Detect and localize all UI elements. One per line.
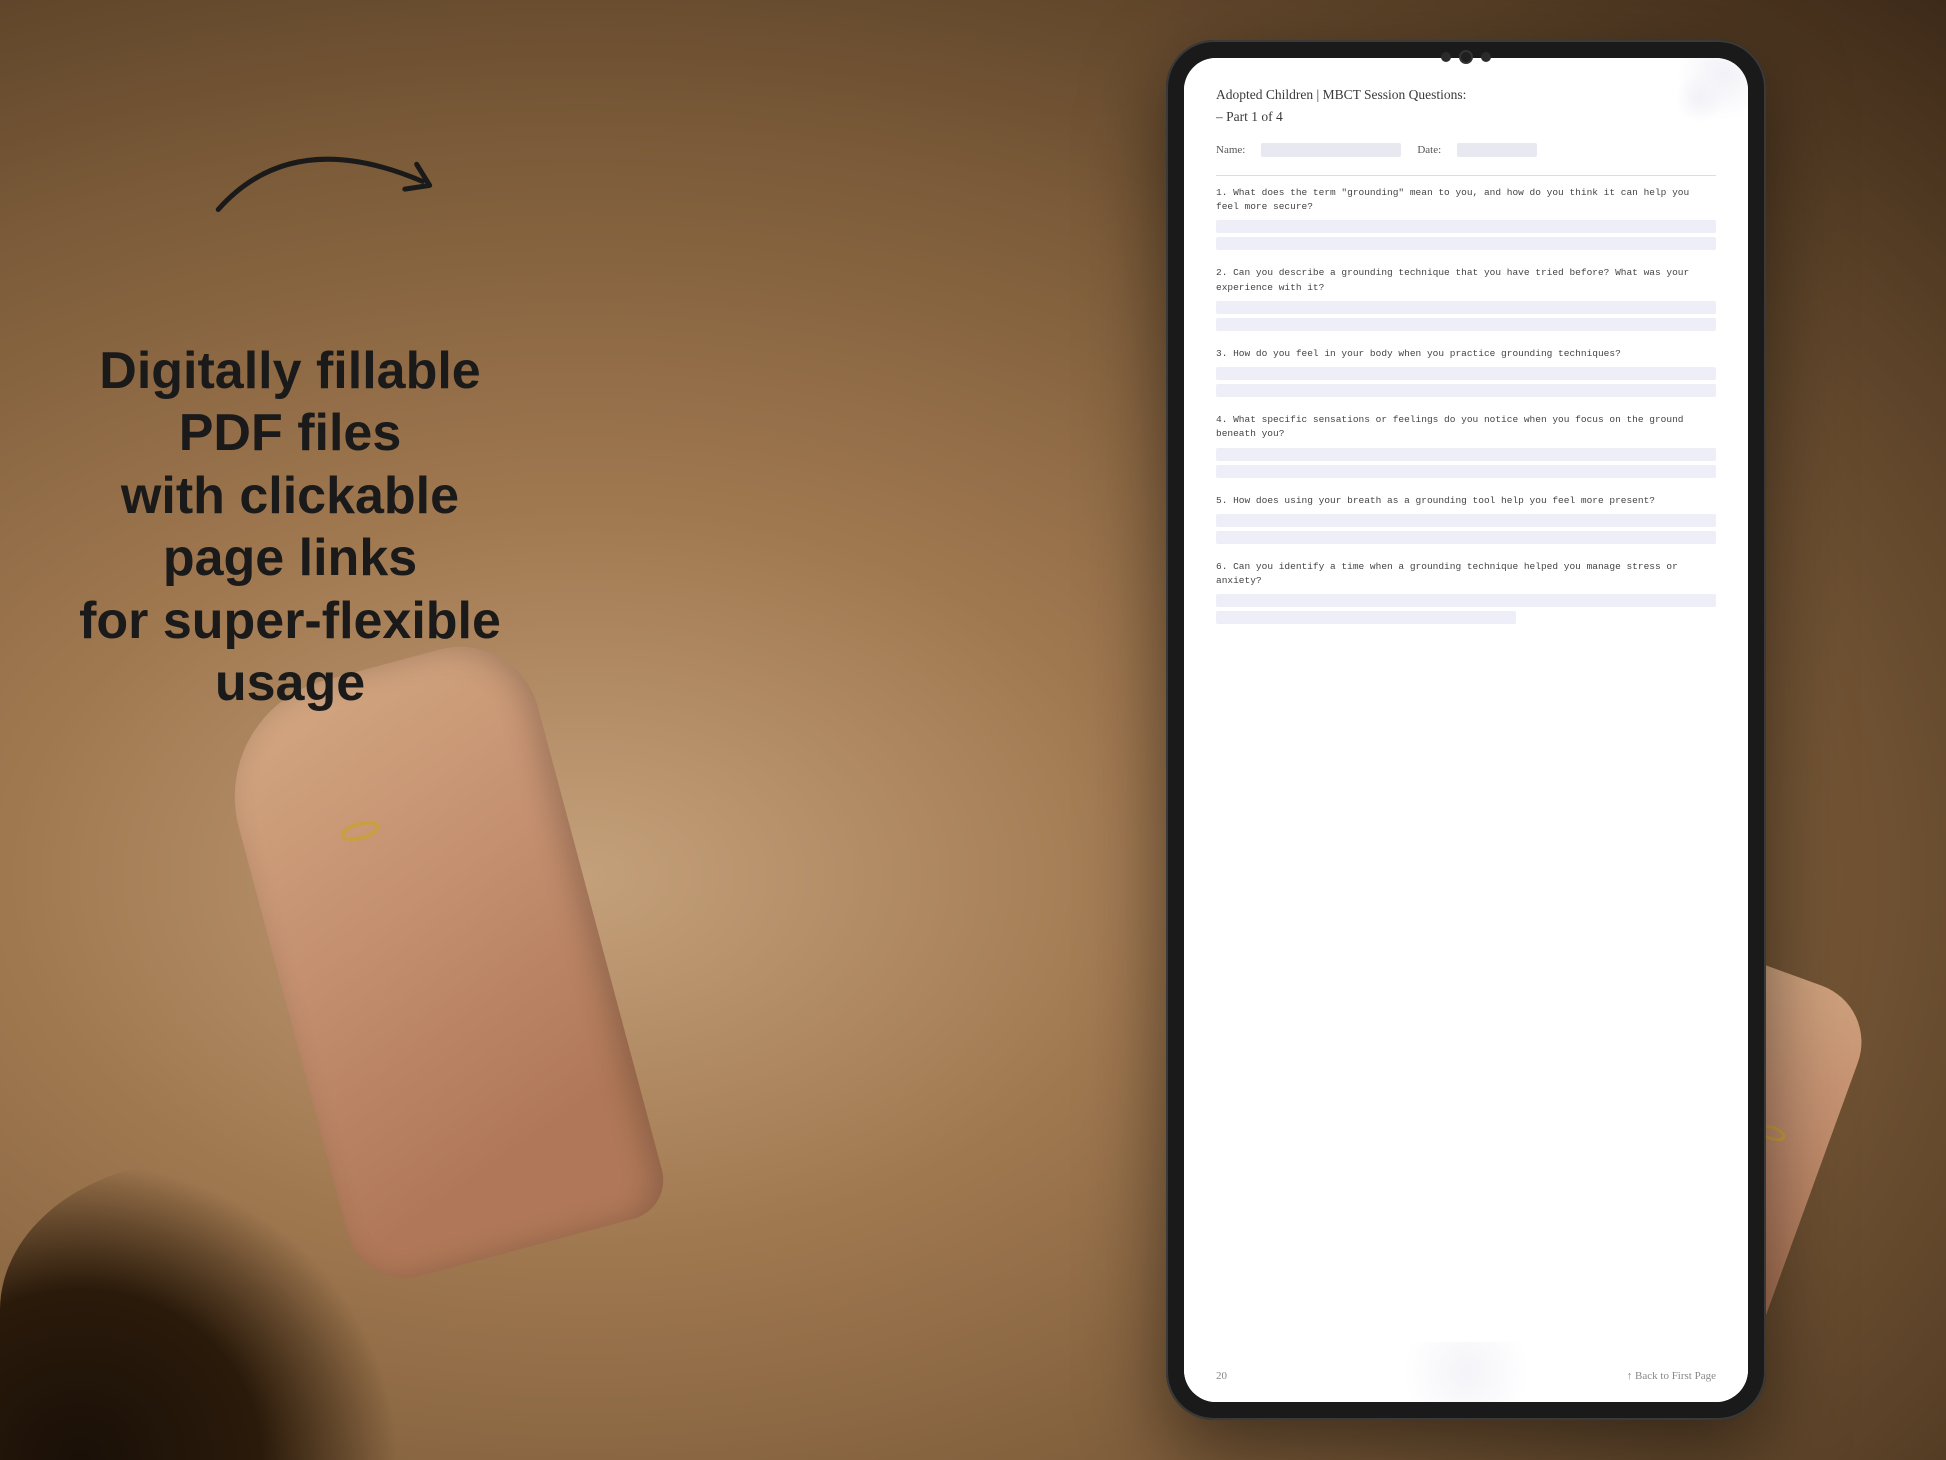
question-1-text: 1. What does the term "grounding" mean t… bbox=[1216, 186, 1716, 215]
answer-line[interactable] bbox=[1216, 318, 1716, 331]
question-1-answer[interactable] bbox=[1216, 220, 1716, 250]
date-label: Date: bbox=[1417, 144, 1441, 156]
question-1: 1. What does the term "grounding" mean t… bbox=[1216, 186, 1716, 251]
question-2-text: 2. Can you describe a grounding techniqu… bbox=[1216, 266, 1716, 295]
answer-line[interactable] bbox=[1216, 611, 1516, 624]
question-5-answer[interactable] bbox=[1216, 514, 1716, 544]
separator-line bbox=[1216, 175, 1716, 176]
question-6-text: 6. Can you identify a time when a ground… bbox=[1216, 560, 1716, 589]
camera-dot-left bbox=[1441, 52, 1451, 62]
tablet-device: Adopted Children | MBCT Session Question… bbox=[1166, 40, 1766, 1420]
pdf-decoration-bottom bbox=[1366, 1342, 1566, 1402]
question-3: 3. How do you feel in your body when you… bbox=[1216, 347, 1716, 397]
name-date-row: Name: Date: bbox=[1216, 143, 1716, 157]
camera-area bbox=[1441, 50, 1491, 64]
back-to-first-page-link[interactable]: ↑ Back to First Page bbox=[1627, 1370, 1716, 1382]
answer-line[interactable] bbox=[1216, 531, 1716, 544]
answer-line[interactable] bbox=[1216, 448, 1716, 461]
question-2-answer[interactable] bbox=[1216, 301, 1716, 331]
question-4-text: 4. What specific sensations or feelings … bbox=[1216, 413, 1716, 442]
pdf-decoration-top bbox=[1628, 58, 1748, 138]
question-4-answer[interactable] bbox=[1216, 448, 1716, 478]
question-3-answer[interactable] bbox=[1216, 367, 1716, 397]
tablet-screen: Adopted Children | MBCT Session Question… bbox=[1184, 58, 1748, 1402]
question-2: 2. Can you describe a grounding techniqu… bbox=[1216, 266, 1716, 331]
arrow-container bbox=[200, 80, 480, 285]
answer-line[interactable] bbox=[1216, 514, 1716, 527]
arrow-icon bbox=[179, 47, 501, 313]
question-4: 4. What specific sensations or feelings … bbox=[1216, 413, 1716, 478]
question-5: 5. How does using your breath as a groun… bbox=[1216, 494, 1716, 544]
pdf-page: Adopted Children | MBCT Session Question… bbox=[1184, 58, 1748, 1402]
question-5-text: 5. How does using your breath as a groun… bbox=[1216, 494, 1716, 508]
question-6: 6. Can you identify a time when a ground… bbox=[1216, 560, 1716, 625]
question-6-answer[interactable] bbox=[1216, 594, 1716, 624]
tablet-frame: Adopted Children | MBCT Session Question… bbox=[1166, 40, 1766, 1420]
page-number: 20 bbox=[1216, 1370, 1227, 1382]
promo-text-block: Digitally fillable PDF files with clicka… bbox=[60, 340, 520, 714]
date-input-field[interactable] bbox=[1457, 143, 1537, 157]
answer-line[interactable] bbox=[1216, 594, 1716, 607]
answer-line[interactable] bbox=[1216, 237, 1716, 250]
name-input-field[interactable] bbox=[1261, 143, 1401, 157]
camera-dot-right bbox=[1481, 52, 1491, 62]
answer-line[interactable] bbox=[1216, 384, 1716, 397]
name-label: Name: bbox=[1216, 144, 1245, 156]
answer-line[interactable] bbox=[1216, 465, 1716, 478]
promo-heading: Digitally fillable PDF files with clicka… bbox=[60, 340, 520, 714]
answer-line[interactable] bbox=[1216, 301, 1716, 314]
answer-line[interactable] bbox=[1216, 367, 1716, 380]
answer-line[interactable] bbox=[1216, 220, 1716, 233]
question-3-text: 3. How do you feel in your body when you… bbox=[1216, 347, 1716, 361]
camera-dot-center bbox=[1459, 50, 1473, 64]
